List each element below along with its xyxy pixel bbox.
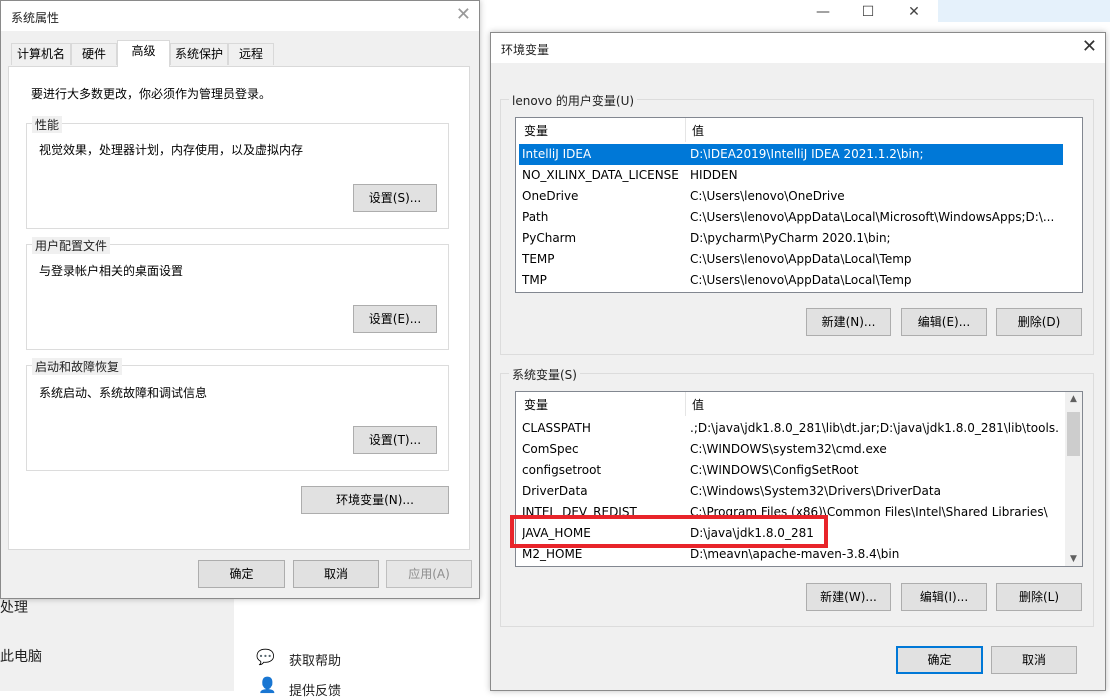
column-header-variable[interactable]: 变量 [524,122,548,139]
user-variable-row[interactable]: TMP C:\Users\lenovo\AppData\Local\Temp [519,270,1063,291]
variable-name-cell: configsetroot [522,463,602,477]
feedback-icon: 👤 [258,676,277,694]
tab-system-protection[interactable]: 系统保护 [170,43,228,65]
user-variable-row[interactable]: OneDrive C:\Users\lenovo\OneDrive [519,186,1063,207]
variable-value-cell: D:\pycharm\PyCharm 2020.1\bin; [690,231,891,245]
variable-name-cell: CLASSPATH [522,421,591,435]
user-delete-button[interactable]: 删除(D) [996,308,1082,336]
performance-group-label: 性能 [32,116,63,133]
scrollbar-thumb[interactable] [1067,412,1080,456]
system-properties-dialog: 系统属性 ✕ 计算机名 硬件 系统保护 远程 高级 要进行大多数更改，你必须作为… [0,0,480,599]
tab-hardware[interactable]: 硬件 [71,43,117,65]
variable-name-cell: OneDrive [522,189,579,203]
user-variable-row[interactable]: IntelliJ IDEA D:\IDEA2019\IntelliJ IDEA 2… [519,144,1063,165]
performance-settings-button[interactable]: 设置(S)... [353,184,437,212]
system-variable-row[interactable]: DriverData C:\Windows\System32\Drivers\Dr… [519,481,1063,502]
variable-value-cell: C:\Users\lenovo\AppData\Local\Microsoft\… [690,210,1055,224]
variable-name-cell: TMP [522,273,547,287]
startup-recovery-description: 系统启动、系统故障和调试信息 [39,386,208,400]
variable-name-cell: PyCharm [522,231,577,245]
performance-description: 视觉效果，处理器计划，内存使用，以及虚拟内存 [39,143,304,157]
user-profiles-group-label: 用户配置文件 [32,237,111,254]
tab-computer-name[interactable]: 计算机名 [11,43,71,65]
close-icon[interactable]: ✕ [899,4,929,20]
variable-value-cell: D:\IDEA2019\IntelliJ IDEA 2021.1.2\bin; [690,147,924,161]
user-edit-button[interactable]: 编辑(E)... [901,308,987,336]
startup-recovery-settings-button[interactable]: 设置(T)... [353,426,437,454]
user-variable-row[interactable]: Path C:\Users\lenovo\AppData\Local\Micros… [519,207,1063,228]
user-variables-group-label: lenovo 的用户变量(U) [509,92,638,109]
sidebar-item-this-pc[interactable]: 此电脑 [0,646,42,666]
variable-name-cell: M2_HOME [522,547,583,561]
system-variable-row[interactable]: configsetroot C:\WINDOWS\ConfigSetRoot [519,460,1063,481]
maximize-icon[interactable]: ☐ [853,4,883,20]
variable-value-cell: C:\WINDOWS\ConfigSetRoot [690,463,859,477]
variable-value-cell: .;D:\java\jdk1.8.0_281\lib\dt.jar;D:\jav… [690,421,1058,435]
minimize-icon[interactable]: — [808,4,838,20]
system-variables-table-header: 变量 值 [516,392,1082,416]
sidebar-item-processing[interactable]: 处理 [0,597,28,617]
user-variable-row[interactable]: TEMP C:\Users\lenovo\AppData\Local\Temp [519,249,1063,270]
close-icon[interactable]: ✕ [456,5,471,25]
performance-group [26,123,449,229]
admin-note: 要进行大多数更改，你必须作为管理员登录。 [31,87,272,101]
variable-name-cell: ComSpec [522,442,579,456]
apply-button[interactable]: 应用(A) [386,560,472,588]
user-variable-row[interactable]: PyCharm D:\pycharm\PyCharm 2020.1\bin; [519,228,1063,249]
system-properties-titlebar: 系统属性 ✕ [1,1,479,31]
variable-name-cell: DriverData [522,484,588,498]
user-profiles-description: 与登录帐户相关的桌面设置 [39,264,184,278]
variable-value-cell: C:\Users\lenovo\OneDrive [690,189,845,203]
variable-value-cell: HIDDEN [690,168,738,182]
variable-name-cell: NO_XILINX_DATA_LICENSE [522,168,679,182]
variable-name-cell: TEMP [522,252,555,266]
system-variables-scrollbar[interactable]: ▲ ▼ [1065,392,1082,566]
variable-value-cell: C:\WINDOWS\system32\cmd.exe [690,442,887,456]
tab-remote[interactable]: 远程 [228,43,274,65]
user-profiles-group [26,244,449,350]
column-header-variable[interactable]: 变量 [524,396,548,413]
java-home-highlight-box [510,515,828,548]
user-variable-row[interactable]: NO_XILINX_DATA_LICENSE HIDDEN [519,165,1063,186]
variable-name-cell: Path [522,210,549,224]
variable-name-cell: IntelliJ IDEA [522,147,592,161]
scroll-up-icon[interactable]: ▲ [1065,394,1082,404]
startup-recovery-group [26,365,449,471]
scroll-down-icon[interactable]: ▼ [1065,554,1082,564]
system-new-button[interactable]: 新建(W)... [806,583,891,611]
ok-button[interactable]: 确定 [896,646,983,674]
ok-button[interactable]: 确定 [198,560,285,588]
user-profiles-settings-button[interactable]: 设置(E)... [353,305,437,333]
cancel-button[interactable]: 取消 [991,646,1077,674]
desktop-strip [938,0,1110,22]
user-variables-table-header: 变量 值 [516,118,1082,142]
column-separator [685,118,686,142]
variable-value-cell: C:\Windows\System32\Drivers\DriverData [690,484,941,498]
column-separator [685,392,686,416]
cancel-button[interactable]: 取消 [293,560,379,588]
variable-value-cell: C:\Users\lenovo\AppData\Local\Temp [690,252,912,266]
variable-value-cell: C:\Users\lenovo\AppData\Local\Temp [690,273,912,287]
system-variables-group-label: 系统变量(S) [509,366,580,383]
environment-variables-button[interactable]: 环境变量(N)... [301,486,449,514]
environment-variables-titlebar: 环境变量 ✕ [491,33,1105,63]
startup-recovery-group-label: 启动和故障恢复 [32,358,123,375]
column-header-value[interactable]: 值 [692,396,704,413]
system-edit-button[interactable]: 编辑(I)... [901,583,987,611]
tab-advanced[interactable]: 高级 [117,40,170,67]
get-help-link[interactable]: 获取帮助 [289,650,341,669]
column-header-value[interactable]: 值 [692,122,704,139]
user-variables-table[interactable]: 变量 值 IntelliJ IDEA D:\IDEA2019\IntelliJ I… [515,117,1083,293]
close-icon[interactable]: ✕ [1082,37,1097,57]
chat-help-icon: 💬 [256,648,275,666]
system-variable-row[interactable]: CLASSPATH .;D:\java\jdk1.8.0_281\lib\dt.j… [519,418,1063,439]
dialog-title: 环境变量 [501,43,550,57]
dialog-title: 系统属性 [11,11,60,25]
system-variable-row[interactable]: ComSpec C:\WINDOWS\system32\cmd.exe [519,439,1063,460]
variable-value-cell: D:\meavn\apache-maven-3.8.4\bin [690,547,900,561]
system-delete-button[interactable]: 删除(L) [996,583,1082,611]
feedback-link[interactable]: 提供反馈 [289,680,341,699]
user-new-button[interactable]: 新建(N)... [806,308,891,336]
environment-variables-dialog: 环境变量 ✕ lenovo 的用户变量(U) 变量 值 IntelliJ IDE… [490,32,1106,691]
